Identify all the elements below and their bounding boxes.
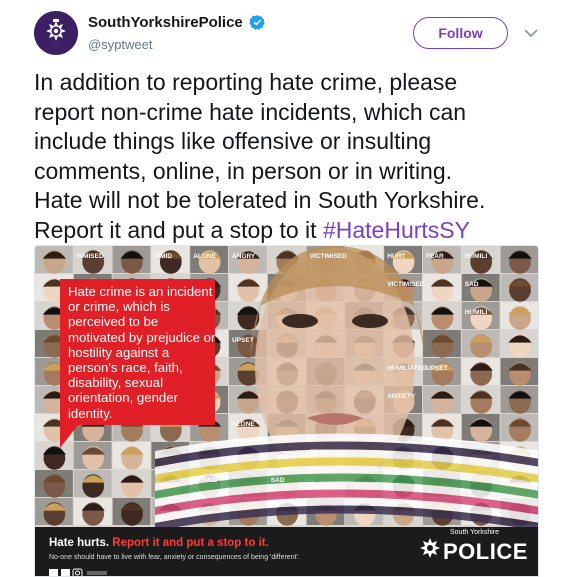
footer-headline-red: Report it and put a stop to it.: [112, 537, 269, 549]
tile-label: UPSET: [232, 337, 254, 344]
tile-label: FEAR: [310, 449, 328, 456]
footer-headline: Hate hurts. Report it and put a stop to …: [49, 537, 269, 549]
face-tile: [461, 414, 500, 442]
police-crest-icon: [420, 538, 440, 558]
face-tile: [500, 358, 538, 386]
chevron-down-icon[interactable]: [522, 24, 540, 42]
tile-label: HUMILI: [465, 309, 488, 316]
tile-label: VICTIMISED: [387, 281, 425, 288]
face-tile: [500, 414, 538, 442]
tile-label: SAD: [465, 281, 479, 288]
info-box-text: Hate crime is an incident or crime, whic…: [68, 284, 216, 421]
verified-icon: [249, 15, 265, 30]
face-tile: [35, 498, 73, 526]
face-tile: [423, 330, 461, 358]
face-tile: [500, 386, 538, 414]
police-badge-icon: [34, 11, 78, 55]
tile-label: SAD: [271, 477, 285, 484]
tile-label: ANXIETY: [387, 393, 416, 400]
account-handle[interactable]: @syptweet: [88, 37, 153, 52]
footer-subline: No-one should have to live with fear, an…: [49, 554, 300, 561]
tile-label: ANGRY: [232, 253, 256, 260]
tile-label: HUMILI: [465, 253, 488, 260]
tile-label: HUMILIATED: [387, 365, 427, 372]
face-tile: [35, 470, 73, 498]
tile-label: FEAR: [426, 253, 444, 260]
tweet-card: SouthYorkshirePolice @syptweet Follow In…: [0, 0, 579, 577]
tweet-image[interactable]: ISMISED TIMID ALONE ANGRY VICTIMISED HURT FEAR…: [34, 245, 539, 577]
hashtag-link[interactable]: #HateHurtsSY: [323, 217, 470, 243]
face-tile: [73, 498, 112, 526]
face-tile: [112, 498, 151, 526]
face-tile: [461, 386, 500, 414]
face-tile: [500, 330, 538, 358]
face-tile: [461, 330, 500, 358]
follow-button[interactable]: Follow: [413, 17, 508, 49]
face-tile: [423, 274, 461, 302]
tweet-text: In addition to reporting hate crime, ple…: [34, 68, 539, 245]
tile-label: TIMID: [154, 253, 172, 260]
tile-label: AFRAID: [193, 477, 218, 484]
tile-label: ALONE: [193, 253, 216, 260]
face-tile: [500, 246, 538, 274]
tile-label: HURT: [387, 253, 405, 260]
face-tile: [423, 386, 461, 414]
face-tile: [423, 302, 461, 330]
face-tile: [73, 442, 112, 470]
footer-headline-white: Hate hurts.: [49, 537, 110, 549]
face-tile: [35, 246, 73, 274]
face-tile: [229, 274, 267, 302]
brand-region: South Yorkshire: [450, 529, 500, 536]
avatar[interactable]: [34, 11, 78, 55]
face-tile: [461, 358, 500, 386]
tile-label: UPSET: [426, 365, 448, 372]
face-tile: [35, 442, 73, 470]
display-name[interactable]: SouthYorkshirePolice: [88, 14, 243, 31]
tile-label: VICTIMISED: [310, 253, 348, 260]
social-media-icons: [49, 568, 107, 576]
tile-label: ISMISED: [77, 253, 104, 260]
face-tile: [73, 470, 112, 498]
brand-police: POLICE: [443, 539, 528, 564]
face-tile: [112, 246, 151, 274]
tile-label: ALONE: [232, 421, 255, 428]
face-tile: [500, 302, 538, 330]
face-tile: [112, 470, 151, 498]
face-tile: [112, 442, 151, 470]
face-tile: [500, 274, 538, 302]
